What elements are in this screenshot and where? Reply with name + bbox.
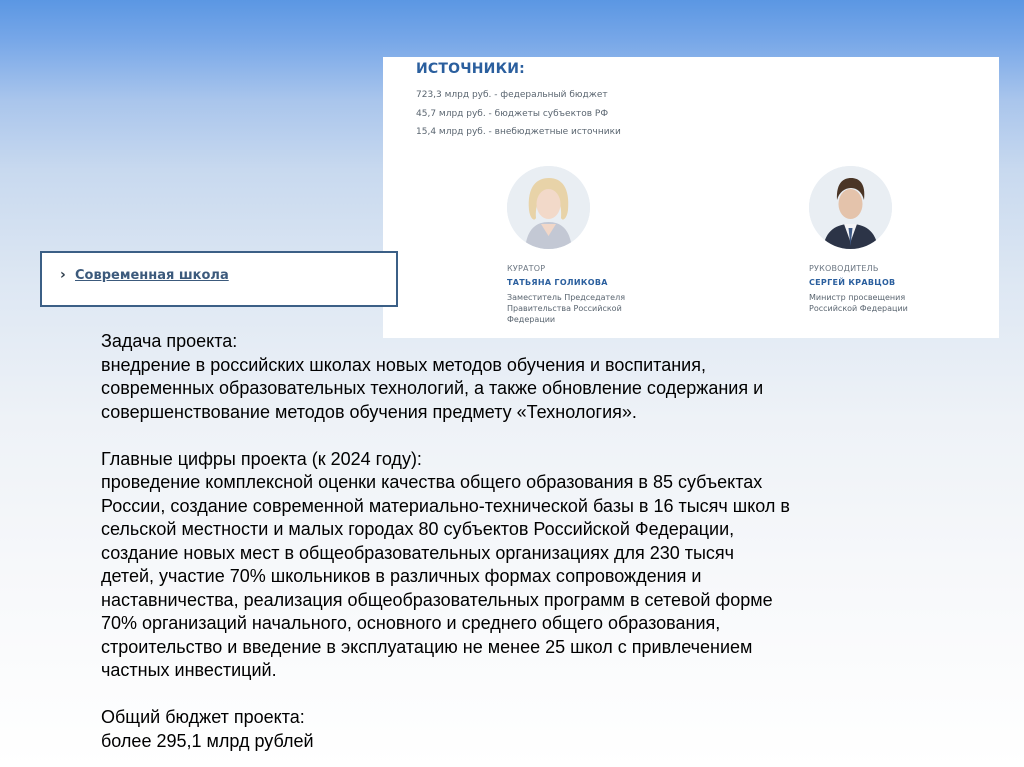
sources-title: ИСТОЧНИКИ: bbox=[416, 61, 525, 77]
project-description: Задача проекта: внедрение в российских ш… bbox=[101, 330, 881, 753]
source-item-extrabudget: 15,4 млрд руб. - внебюджетные источники bbox=[416, 127, 621, 137]
figures-line: детей, участие 70% школьников в различны… bbox=[101, 566, 702, 586]
figures-line: проведение комплексной оценки качества о… bbox=[101, 472, 763, 492]
figures-line: сельской местности и малых городах 80 су… bbox=[101, 519, 735, 539]
head-description: Министр просвещения Российской Федерации bbox=[809, 293, 908, 313]
curator-description: Заместитель Председателя Правительства Р… bbox=[507, 293, 626, 324]
curator-name: ТАТЬЯНА ГОЛИКОВА bbox=[507, 278, 608, 287]
task-heading: Задача проекта: bbox=[101, 331, 238, 351]
head-role: РУКОВОДИТЕЛЬ bbox=[809, 264, 879, 273]
head-name: СЕРГЕЙ КРАВЦОВ bbox=[809, 278, 896, 287]
budget-value: более 295,1 млрд рублей bbox=[101, 730, 314, 751]
figures-line: создание новых мест в общеобразовательны… bbox=[101, 542, 735, 563]
figures-line: 70% организаций начального, основного и … bbox=[101, 613, 721, 633]
head-photo bbox=[809, 166, 892, 249]
task-line: совершенствование методов обучения предм… bbox=[101, 401, 637, 422]
source-item-regional: 45,7 млрд руб. - бюджеты субъектов РФ bbox=[416, 109, 609, 119]
figures-line: строительство и введение в эксплуатацию … bbox=[101, 636, 753, 657]
figures-heading: Главные цифры проекта (к 2024 году): bbox=[101, 448, 422, 469]
source-item-federal: 723,3 млрд руб. - федеральный бюджет bbox=[416, 90, 608, 100]
task-line: современных образовательных технологий, … bbox=[101, 378, 764, 398]
modern-school-link[interactable]: Современная школа bbox=[75, 268, 229, 283]
figures-line: наставничества, реализация общеобразоват… bbox=[101, 589, 773, 610]
head-card: РУКОВОДИТЕЛЬ СЕРГЕЙ КРАВЦОВ Министр прос… bbox=[809, 166, 969, 314]
chevron-right-icon: › bbox=[60, 267, 66, 283]
figures-line: частных инвестиций. bbox=[101, 660, 277, 680]
figures-line: России, создание современной материально… bbox=[101, 495, 790, 516]
curator-role: КУРАТОР bbox=[507, 264, 546, 273]
curator-photo bbox=[507, 166, 590, 249]
sources-panel: ИСТОЧНИКИ: 723,3 млрд руб. - федеральный… bbox=[383, 57, 999, 338]
budget-heading: Общий бюджет проекта: bbox=[101, 707, 305, 727]
curator-card: КУРАТОР ТАТЬЯНА ГОЛИКОВА Заместитель Пре… bbox=[507, 166, 667, 325]
task-line: внедрение в российских школах новых мето… bbox=[101, 354, 706, 375]
